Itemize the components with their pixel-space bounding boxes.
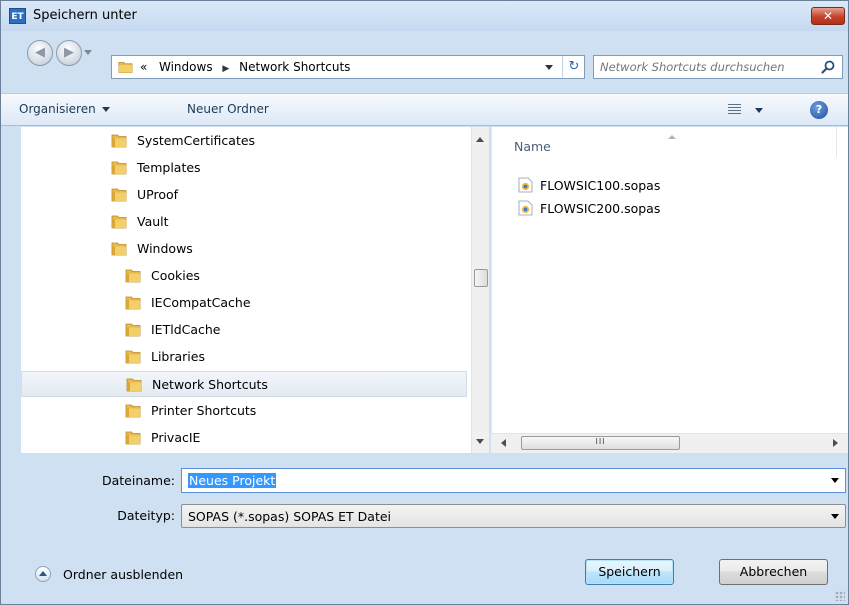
dialog-title: Speichern unter xyxy=(33,8,137,23)
sopas-file-icon xyxy=(518,177,533,193)
breadcrumb-network-shortcuts[interactable]: Network Shortcuts xyxy=(239,60,350,74)
tree-item-label: Templates xyxy=(137,160,201,175)
scroll-up-icon[interactable] xyxy=(476,137,484,142)
tree-item[interactable]: Printer Shortcuts xyxy=(21,398,467,424)
tree-item[interactable]: Cookies xyxy=(21,263,467,289)
search-icon[interactable] xyxy=(820,59,836,75)
tree-item[interactable]: UProof xyxy=(21,182,467,208)
chevron-down-icon[interactable] xyxy=(831,514,839,519)
save-button[interactable]: Speichern xyxy=(585,559,674,585)
search-box[interactable] xyxy=(593,55,843,79)
history-dropdown-icon[interactable] xyxy=(84,50,92,55)
tree-item-label: Libraries xyxy=(151,349,205,364)
file-list-item[interactable]: FLOWSIC200.sopas xyxy=(518,198,838,218)
organize-menu-button[interactable]: Organisieren xyxy=(19,102,110,116)
filename-label: Dateiname: xyxy=(101,473,175,488)
save-as-dialog: ET Speichern unter ✕ ◀ ▶ « Windows ▶ Net… xyxy=(0,0,849,605)
back-button[interactable]: ◀ xyxy=(27,40,53,66)
scroll-left-icon[interactable] xyxy=(501,439,506,447)
file-name: FLOWSIC100.sopas xyxy=(540,178,661,193)
tree-item-label: Vault xyxy=(137,214,169,229)
folder-icon xyxy=(111,160,127,175)
folder-icon xyxy=(111,241,127,256)
title-bar: ET Speichern unter ✕ xyxy=(1,1,848,31)
scrollbar-thumb[interactable]: III xyxy=(521,436,680,450)
organize-label: Organisieren xyxy=(19,102,96,116)
tree-item[interactable]: PrivacIE xyxy=(21,425,467,451)
folder-icon xyxy=(125,430,141,445)
tree-item-label: Windows xyxy=(137,241,193,256)
folder-icon xyxy=(125,403,141,418)
files-horizontal-scrollbar[interactable]: III xyxy=(491,433,848,453)
search-input[interactable] xyxy=(600,56,812,78)
address-bar[interactable]: « Windows ▶ Network Shortcuts ↻ xyxy=(111,55,585,79)
filetype-select[interactable]: SOPAS (*.sopas) SOPAS ET Datei xyxy=(181,504,846,528)
tree-item[interactable]: Windows xyxy=(21,236,467,262)
column-divider[interactable] xyxy=(836,127,837,157)
close-button[interactable]: ✕ xyxy=(811,7,845,25)
tree-item-label: Printer Shortcuts xyxy=(151,403,257,418)
tree-item-selected[interactable]: Network Shortcuts xyxy=(21,371,467,397)
address-dropdown-button[interactable] xyxy=(538,56,560,78)
hide-folders-label: Ordner ausblenden xyxy=(63,567,184,582)
resize-grip[interactable] xyxy=(835,591,845,601)
folder-icon xyxy=(125,295,141,310)
tree-item[interactable]: Templates xyxy=(21,155,467,181)
chevron-up-icon xyxy=(35,566,51,582)
folder-icon xyxy=(111,187,127,202)
scrollbar-thumb[interactable] xyxy=(474,269,488,287)
tree-item-label: Network Shortcuts xyxy=(152,377,268,392)
tree-vertical-scrollbar[interactable] xyxy=(471,127,489,453)
filename-field[interactable]: Neues Projekt xyxy=(181,468,846,493)
filetype-label: Dateityp: xyxy=(117,508,175,523)
tree-item-label: IECompatCache xyxy=(151,295,251,310)
details-view-icon xyxy=(728,104,741,115)
sopas-app-icon: ET xyxy=(9,8,26,24)
sopas-file-icon xyxy=(518,200,533,216)
tree-item-label: PrivacIE xyxy=(151,430,201,445)
scroll-right-icon[interactable] xyxy=(833,439,838,447)
scroll-down-icon[interactable] xyxy=(476,439,484,444)
tree-item[interactable]: SystemCertificates xyxy=(21,128,467,154)
folder-icon xyxy=(118,61,133,73)
new-folder-button[interactable]: Neuer Ordner xyxy=(187,102,269,116)
file-name: FLOWSIC200.sopas xyxy=(540,201,661,216)
tree-item[interactable]: Libraries xyxy=(21,344,467,370)
tree-item-label: Cookies xyxy=(151,268,200,283)
folder-icon xyxy=(125,349,141,364)
tree-item[interactable]: IETldCache xyxy=(21,317,467,343)
breadcrumb: « Windows ▶ Network Shortcuts xyxy=(140,60,350,74)
forward-button[interactable]: ▶ xyxy=(56,40,82,66)
sort-ascending-icon xyxy=(668,135,676,139)
breadcrumb-separator-icon[interactable]: ▶ xyxy=(222,64,229,74)
tree-item-label: UProof xyxy=(137,187,179,202)
view-options-button[interactable] xyxy=(726,101,772,119)
chevron-down-icon xyxy=(101,107,110,112)
refresh-icon[interactable]: ↻ xyxy=(562,56,585,78)
folder-tree: SystemCertificates Templates UProof Vault Wi… xyxy=(21,127,471,453)
tree-item[interactable]: IECompatCache xyxy=(21,290,467,316)
tree-item-label: IETldCache xyxy=(151,322,221,337)
chevron-down-icon[interactable] xyxy=(831,478,839,483)
column-header-name[interactable]: Name xyxy=(514,139,551,154)
file-list: Name FLOWSIC100.sopas FLOWSIC200.sopas xyxy=(491,127,848,433)
filetype-value: SOPAS (*.sopas) SOPAS ET Datei xyxy=(188,509,392,524)
folder-icon xyxy=(125,268,141,283)
filename-value[interactable]: Neues Projekt xyxy=(188,473,277,488)
chevron-down-icon xyxy=(755,108,763,113)
folder-icon xyxy=(125,322,141,337)
breadcrumb-overflow[interactable]: « xyxy=(140,60,147,74)
breadcrumb-windows[interactable]: Windows xyxy=(159,60,213,74)
file-list-item[interactable]: FLOWSIC100.sopas xyxy=(518,175,838,195)
folder-icon xyxy=(126,377,142,392)
cancel-button[interactable]: Abbrechen xyxy=(719,559,828,585)
help-icon[interactable]: ? xyxy=(810,101,828,119)
tree-item-label: SystemCertificates xyxy=(137,133,256,148)
folder-icon xyxy=(111,214,127,229)
command-bar: Organisieren Neuer Ordner ? xyxy=(1,93,848,126)
tree-item[interactable]: Vault xyxy=(21,209,467,235)
folder-icon xyxy=(111,133,127,148)
